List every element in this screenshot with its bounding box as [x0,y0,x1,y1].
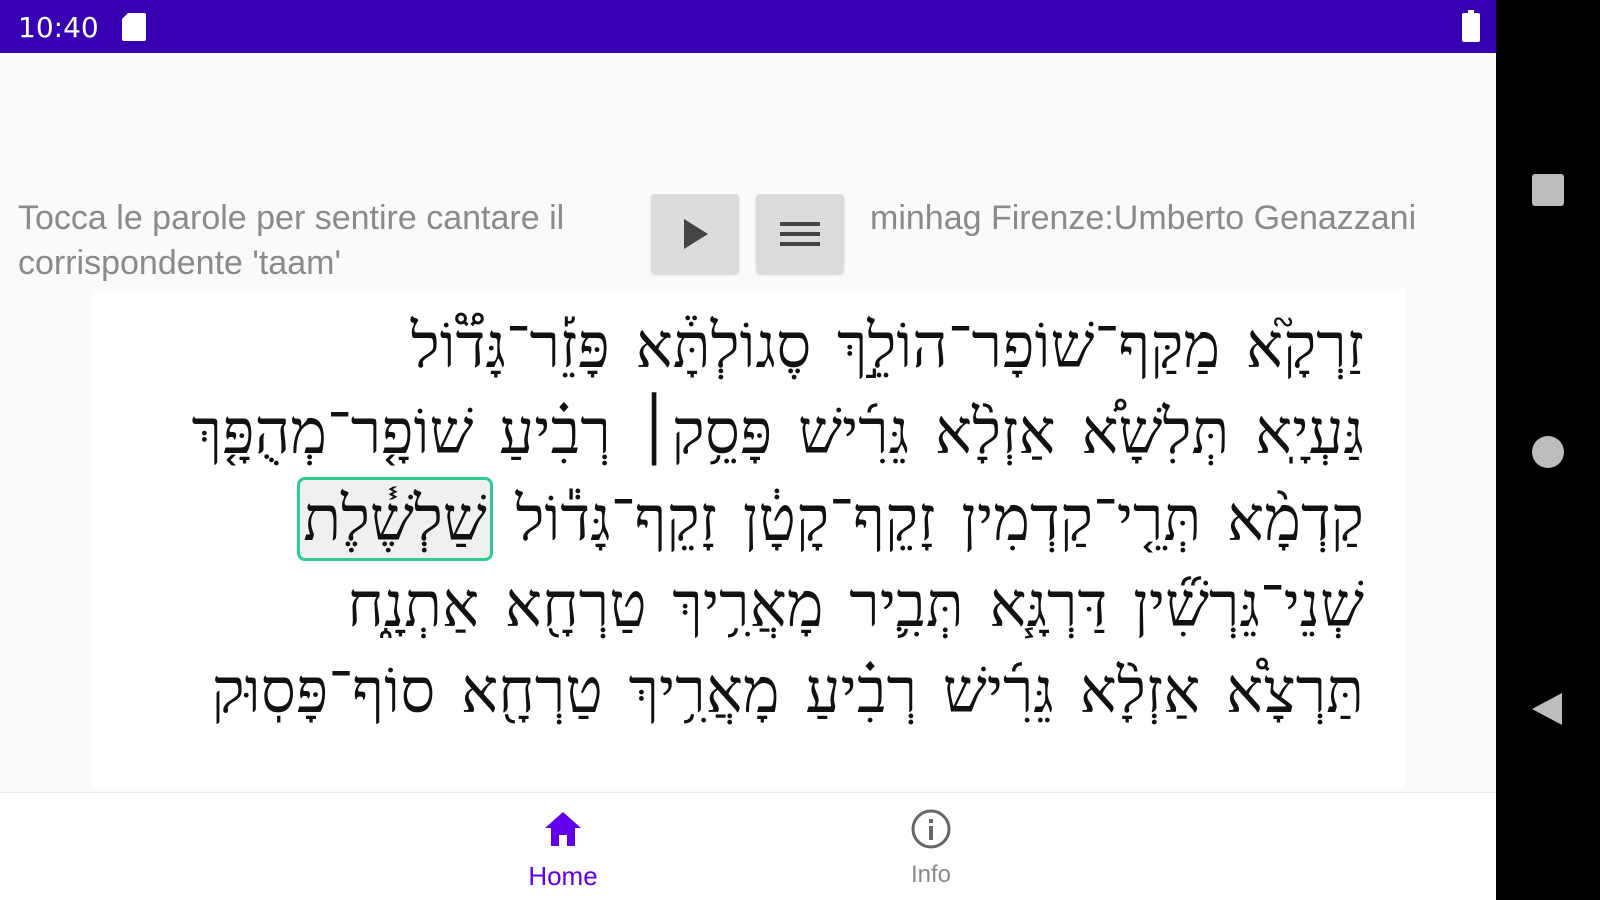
taam-word[interactable]: שְׁנֵי־גֵּרְשִׁ֞ין [1130,560,1367,650]
circle-home-icon[interactable] [1530,434,1566,470]
minhag-label: minhag Firenze:Umberto Genazzani [870,199,1417,237]
taam-word[interactable]: אַזְלָ֨א [932,387,1059,477]
taam-word[interactable]: מַקַּף־שׁוֹפָר־הוֹלֵ֣ךְ [834,301,1223,391]
bottom-navigation: Home Info [0,792,1496,900]
system-navigation-bar [1496,0,1600,900]
taam-word[interactable]: רְבִ֗יעַ [496,387,614,477]
taam-word[interactable]: טַרְחָ֖א [458,646,606,736]
taam-word[interactable]: סֶגוֹלְתָּ֒א [633,301,815,391]
nav-info-label: Info [910,861,952,888]
back-triangle-icon[interactable] [1530,691,1566,727]
text-line: גַּעְיָֽא תְּלִשָׁא֠ אַזְלָ֨א גֵּרִ֜ישׁ … [189,387,1367,477]
hebrew-text-panel: זַרְקָ֮א מַקַּף־שׁוֹפָר־הוֹלֵ֣ךְ סֶגוֹלְ… [92,289,1405,789]
app-screen: 10:40 Tocca le parole per sentire cantar… [0,0,1496,900]
taam-word[interactable]: אַזְלָ֨א [1077,646,1204,736]
recents-icon[interactable] [1530,172,1566,208]
taam-word[interactable]: תְּלִשָׁא֠ [1078,387,1232,477]
taam-word[interactable]: שׁוֹפָ֤ר־מְהֻפָּ֤ךְ [189,387,477,477]
taam-word[interactable]: גֵּרִ֜ישׁ [795,387,912,477]
taam-word[interactable]: תְּבִ֛יר [846,560,966,650]
instruction-text: Tocca le parole per sentire cantare il c… [18,199,565,282]
status-bar: 10:40 [0,0,1496,53]
taam-word[interactable]: גַּעְיָֽא [1252,387,1367,477]
taam-word[interactable]: זָקֵף־קָטָ֔ן [740,474,939,564]
battery-icon [1462,10,1480,42]
nav-home-label: Home [528,861,598,891]
taam-word[interactable]: תְּרֵ֤י־קַדְמִין [958,474,1204,564]
home-icon [545,812,581,846]
taam-word[interactable]: אַתְנָ֑ח [344,560,482,650]
text-line: קַדְמָ֨א תְּרֵ֤י־קַדְמִין זָקֵף־קָטָ֔ן ז… [297,474,1367,564]
play-icon [684,219,708,249]
taam-word[interactable]: פָּזֵ֡ר־גָּד֟וֹל [408,301,613,391]
taam-word[interactable]: גֵּרִ֜ישׁ [940,646,1057,736]
taam-word[interactable]: סוֹף־פָּסֽוּק [209,646,439,736]
text-line: זַרְקָ֮א מַקַּף־שׁוֹפָר־הוֹלֵ֣ךְ סֶגוֹלְ… [408,301,1367,391]
taam-word[interactable]: טַרְחָ֖א [502,560,650,650]
nav-info-tab[interactable]: Info [831,793,1031,900]
taam-word[interactable]: פָּסֵ֥ק׀ [634,387,776,477]
taam-word[interactable]: רְבִ֗יעַ [802,646,920,736]
taam-word[interactable]: מָאֲרִ֥יךְ [626,646,783,736]
sd-card-icon [122,13,146,41]
text-line: שְׁנֵי־גֵּרְשִׁ֞ין דַּרְגָּ֧א תְּבִ֛יר מ… [344,560,1367,650]
taam-word[interactable]: זָקֵף־גָּד֕וֹל [513,474,720,564]
play-button[interactable] [651,194,739,274]
taam-word[interactable]: זַרְקָ֮א [1243,301,1367,391]
status-time: 10:40 [18,11,99,44]
menu-button[interactable] [756,194,844,274]
taam-word[interactable]: תַּרְצָ֩א [1223,646,1367,736]
taam-word[interactable]: מָאֲרִ֥יךְ [669,560,826,650]
info-icon [911,809,951,849]
taam-word-selected[interactable]: שַׁלְשֶׁ֓לֶת [297,477,493,561]
taam-word[interactable]: דַּרְגָּ֧א [986,560,1110,650]
taam-word[interactable]: קַדְמָ֨א [1224,474,1367,564]
menu-icon [780,222,820,246]
nav-home-tab[interactable]: Home [463,793,663,900]
text-line: תַּרְצָ֩א אַזְלָ֨א גֵּרִ֜ישׁ רְבִ֗יעַ מָ… [209,646,1367,736]
